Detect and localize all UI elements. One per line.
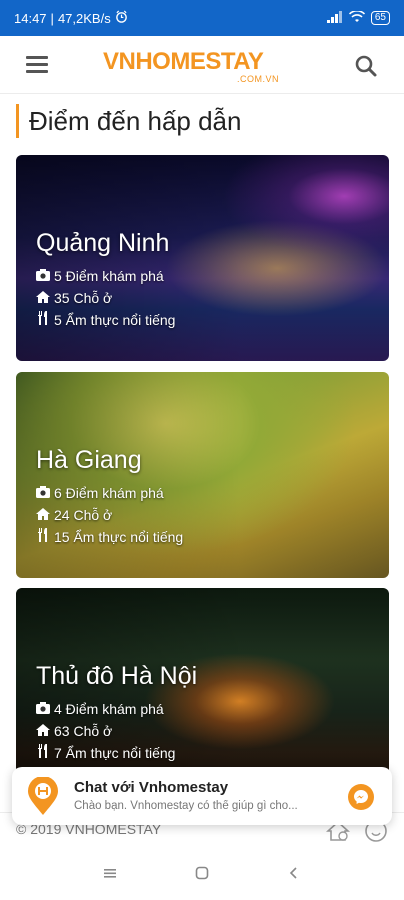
destination-name: Hà Giang bbox=[36, 446, 142, 474]
android-nav-bar bbox=[0, 850, 404, 900]
places-stat: 5 Điểm khám phá bbox=[36, 265, 175, 287]
destination-card-ha-giang[interactable]: Hà Giang 6 Điểm khám phá 24 Chỗ ở 15 Ẩm … bbox=[16, 372, 389, 578]
app-header: VNHOMESTAY .COM.VN bbox=[0, 36, 404, 94]
stays-stat: 24 Chỗ ở bbox=[36, 504, 183, 526]
card-info: Hà Giang 6 Điểm khám phá 24 Chỗ ở 15 Ẩm … bbox=[36, 444, 183, 548]
foods-stat: 7 Ẩm thực nổi tiếng bbox=[36, 742, 197, 764]
logo-subtext: .COM.VN bbox=[236, 74, 279, 84]
places-text: 6 Điểm khám phá bbox=[54, 485, 164, 501]
home-nav-icon[interactable] bbox=[195, 866, 213, 884]
places-stat: 6 Điểm khám phá bbox=[36, 482, 183, 504]
brand-logo[interactable]: VNHOMESTAY .COM.VN bbox=[103, 42, 285, 86]
alarm-icon bbox=[115, 10, 128, 26]
chat-widget[interactable]: Chat với Vnhomestay Chào bạn. Vnhomestay… bbox=[12, 767, 392, 825]
foods-stat: 15 Ẩm thực nổi tiếng bbox=[36, 526, 183, 548]
foods-text: 15 Ẩm thực nổi tiếng bbox=[54, 529, 184, 545]
destination-card-ha-noi[interactable]: Thủ đô Hà Nội 4 Điểm khám phá 63 Chỗ ở 7… bbox=[16, 588, 389, 794]
logo-wordmark: VNHOMESTAY bbox=[103, 48, 264, 76]
places-text: 4 Điểm khám phá bbox=[54, 701, 164, 717]
destination-card-quang-ninh[interactable]: Quảng Ninh 5 Điểm khám phá 35 Chỗ ở 5 Ẩm… bbox=[16, 155, 389, 361]
battery-indicator: 65 bbox=[370, 11, 390, 25]
brand-pin-icon bbox=[26, 776, 60, 815]
home-icon bbox=[36, 504, 54, 526]
chat-subtitle: Chào bạn. Vnhomestay có thể giúp gì cho.… bbox=[74, 800, 298, 812]
card-info: Quảng Ninh 5 Điểm khám phá 35 Chỗ ở 5 Ẩm… bbox=[36, 227, 175, 331]
cutlery-icon bbox=[36, 742, 54, 764]
wifi-icon bbox=[348, 9, 365, 26]
foods-stat: 5 Ẩm thực nổi tiếng bbox=[36, 309, 175, 331]
camera-icon bbox=[36, 265, 54, 287]
card-info: Thủ đô Hà Nội 4 Điểm khám phá 63 Chỗ ở 7… bbox=[36, 660, 197, 764]
recent-apps-icon[interactable] bbox=[103, 866, 121, 884]
back-nav-icon[interactable] bbox=[287, 866, 305, 884]
stays-stat: 63 Chỗ ở bbox=[36, 720, 197, 742]
destination-name: Thủ đô Hà Nội bbox=[36, 662, 198, 690]
status-bar: 14:47 | 47,2KB/s 65 bbox=[0, 0, 404, 36]
status-right: 65 bbox=[326, 9, 390, 26]
camera-icon bbox=[36, 698, 54, 720]
status-left: 14:47 | 47,2KB/s bbox=[14, 10, 128, 26]
home-icon bbox=[36, 287, 54, 309]
status-network-speed: 47,2KB/s bbox=[57, 10, 111, 26]
signal-icon bbox=[326, 10, 343, 26]
logo-main-text: VNHOMESTAY bbox=[103, 48, 264, 75]
status-time: 14:47 bbox=[14, 10, 47, 26]
stays-text: 63 Chỗ ở bbox=[54, 723, 113, 739]
stays-stat: 35 Chỗ ở bbox=[36, 287, 175, 309]
messenger-icon[interactable] bbox=[348, 784, 374, 810]
foods-text: 7 Ẩm thực nổi tiếng bbox=[54, 745, 176, 761]
hamburger-menu-icon[interactable] bbox=[26, 56, 48, 74]
places-text: 5 Điểm khám phá bbox=[54, 268, 164, 284]
destination-name: Quảng Ninh bbox=[36, 229, 170, 257]
section-title: Điểm đến hấp dẫn bbox=[16, 104, 241, 138]
search-icon[interactable] bbox=[354, 54, 378, 78]
places-stat: 4 Điểm khám phá bbox=[36, 698, 197, 720]
stays-text: 24 Chỗ ở bbox=[54, 507, 113, 523]
camera-icon bbox=[36, 482, 54, 504]
home-icon bbox=[36, 720, 54, 742]
foods-text: 5 Ẩm thực nổi tiếng bbox=[54, 312, 176, 328]
cutlery-icon bbox=[36, 526, 54, 548]
chat-title: Chat với Vnhomestay bbox=[74, 779, 229, 796]
stays-text: 35 Chỗ ở bbox=[54, 290, 113, 306]
cutlery-icon bbox=[36, 309, 54, 331]
status-separator: | bbox=[50, 10, 54, 26]
